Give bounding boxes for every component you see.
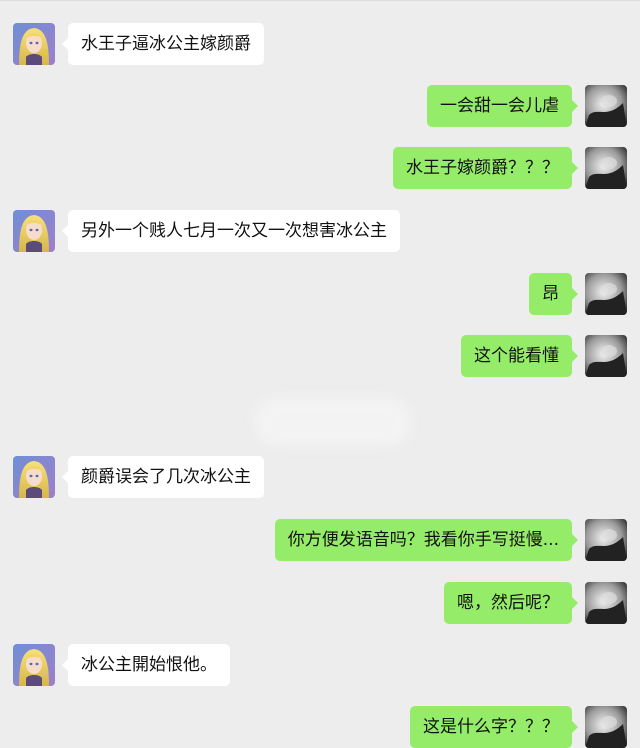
bw-photo-avatar-icon bbox=[585, 335, 627, 377]
contact-avatar[interactable] bbox=[13, 210, 55, 252]
anime-girl-avatar-icon bbox=[13, 23, 55, 65]
message-bubble[interactable]: 颜爵误会了几次冰公主 bbox=[62, 456, 264, 498]
message-bubble[interactable]: 水王子嫁颜爵？？？ bbox=[393, 147, 578, 189]
top-divider bbox=[0, 0, 640, 1]
user-avatar[interactable] bbox=[585, 85, 627, 127]
contact-avatar[interactable] bbox=[13, 23, 55, 65]
bw-photo-avatar-icon bbox=[585, 85, 627, 127]
bw-photo-avatar-icon bbox=[585, 706, 627, 748]
bw-photo-avatar-icon bbox=[585, 582, 627, 624]
message-bubble[interactable]: 你方便发语音吗？我看你手写挺慢... bbox=[274, 519, 579, 561]
contact-avatar[interactable] bbox=[13, 644, 55, 686]
message-bubble[interactable]: 冰公主開始恨他。 bbox=[62, 644, 230, 686]
message-bubble[interactable]: 水王子逼冰公主嫁颜爵 bbox=[62, 23, 264, 65]
bw-photo-avatar-icon bbox=[585, 273, 627, 315]
message-bubble[interactable]: 这个能看懂 bbox=[461, 335, 578, 377]
message-bubble[interactable]: 另外一个贱人七月一次又一次想害冰公主 bbox=[62, 210, 400, 252]
message-bubble[interactable]: 昂 bbox=[529, 273, 578, 315]
anime-girl-avatar-icon bbox=[13, 644, 55, 686]
message-bubble[interactable]: 一会甜一会儿虐 bbox=[427, 85, 578, 127]
user-avatar[interactable] bbox=[585, 147, 627, 189]
anime-girl-avatar-icon bbox=[13, 210, 55, 252]
user-avatar[interactable] bbox=[585, 706, 627, 748]
user-avatar[interactable] bbox=[585, 582, 627, 624]
user-avatar[interactable] bbox=[585, 335, 627, 377]
anime-girl-avatar-icon bbox=[13, 456, 55, 498]
user-avatar[interactable] bbox=[585, 519, 627, 561]
contact-avatar[interactable] bbox=[13, 456, 55, 498]
bw-photo-avatar-icon bbox=[585, 147, 627, 189]
message-bubble[interactable]: 这是什么字？？？ bbox=[410, 706, 578, 748]
message-bubble[interactable]: 嗯，然后呢？ bbox=[444, 582, 578, 624]
user-avatar[interactable] bbox=[585, 273, 627, 315]
bw-photo-avatar-icon bbox=[585, 519, 627, 561]
blurred-area bbox=[255, 398, 410, 446]
